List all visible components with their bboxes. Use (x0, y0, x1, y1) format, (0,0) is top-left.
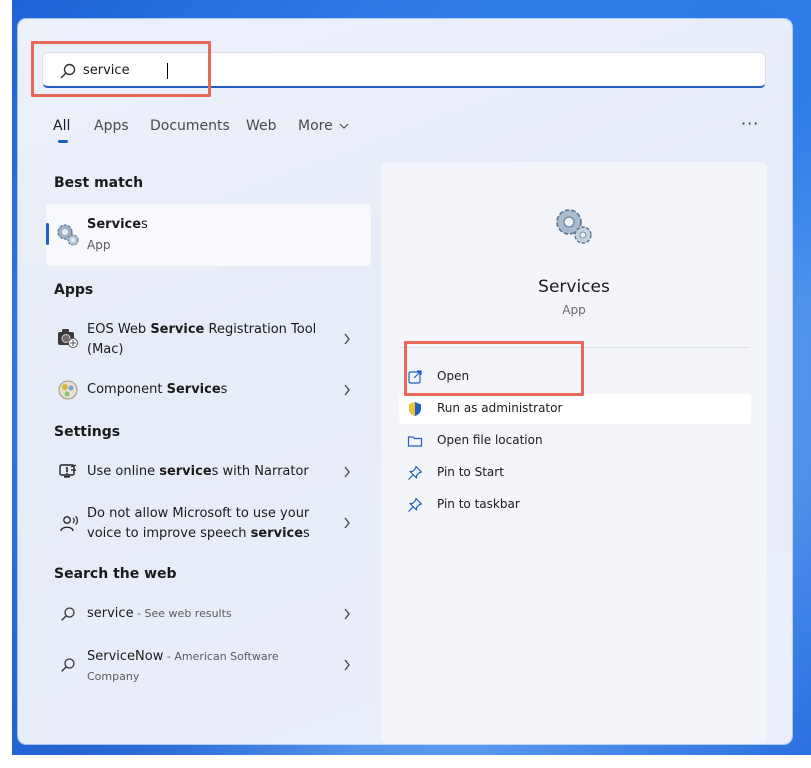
text-pre: voice to improve speech (87, 526, 251, 541)
action-label: Pin to Start (437, 465, 504, 479)
match-highlight: Service (166, 382, 221, 397)
action-label: Run as administrator (437, 401, 563, 415)
detail-title: Services (538, 277, 610, 297)
selection-indicator (46, 223, 49, 245)
app-result-eos[interactable]: EOS Web Service Registration Tool (Mac) (87, 320, 316, 360)
open-action-highlight-box (404, 341, 584, 396)
match-highlight: Service (87, 217, 142, 232)
setting-result-narrator[interactable]: Use online services with Narrator (87, 462, 309, 482)
action-label: Open file location (437, 433, 543, 447)
text-pre: EOS Web (87, 322, 151, 337)
action-pin-to-start[interactable]: Pin to Start (399, 458, 751, 488)
best-match-title: Services (87, 215, 148, 235)
tab-documents[interactable]: Documents (150, 118, 230, 134)
speech-icon (60, 516, 78, 532)
action-pin-to-taskbar[interactable]: Pin to taskbar (399, 490, 751, 520)
web-suffix-line2: Company (87, 670, 140, 683)
tab-more[interactable]: More (298, 118, 349, 134)
text-post: s with Narrator (211, 464, 309, 479)
app-result-component-services[interactable]: Component Services (87, 380, 227, 400)
folder-icon (407, 436, 423, 447)
title-rest: s (141, 217, 148, 232)
match-highlight: service (250, 526, 304, 541)
gears-icon (57, 224, 79, 246)
narrator-icon (59, 464, 77, 478)
web-suffix: - American Software (163, 650, 279, 663)
component-services-icon (58, 380, 78, 400)
tab-apps[interactable]: Apps (94, 118, 129, 134)
camera-app-icon (58, 329, 78, 348)
web-query: service (87, 606, 134, 621)
text-post: s (303, 526, 310, 541)
pin-icon (408, 465, 423, 480)
web-result-service[interactable]: service - See web results (87, 604, 232, 624)
active-tab-indicator (58, 140, 68, 143)
pin-icon (408, 497, 423, 512)
setting-result-speech[interactable]: Do not allow Microsoft to use your voice… (87, 504, 310, 544)
best-match-subtitle: App (87, 238, 111, 252)
best-match-result[interactable] (46, 204, 371, 266)
section-heading-best-match: Best match (54, 175, 144, 191)
shield-icon (409, 402, 421, 416)
section-heading-settings: Settings (54, 424, 121, 440)
detail-subtitle: App (562, 303, 586, 317)
chevron-right-icon[interactable] (343, 659, 351, 671)
text-line1: Do not allow Microsoft to use your (87, 506, 310, 521)
chevron-right-icon[interactable] (343, 517, 351, 529)
web-suffix: - See web results (133, 607, 232, 620)
text-post: Registration Tool (204, 322, 317, 337)
search-icon (61, 658, 75, 672)
text-post: s (220, 382, 228, 397)
action-label: Pin to taskbar (437, 497, 520, 511)
web-query: ServiceNow (87, 649, 164, 664)
match-highlight: service (159, 464, 212, 479)
chevron-right-icon[interactable] (343, 608, 351, 620)
chevron-right-icon[interactable] (343, 384, 351, 396)
search-highlight-box (31, 41, 211, 97)
gears-icon (556, 209, 592, 244)
text-line2: (Mac) (87, 342, 124, 357)
web-result-servicenow[interactable]: ServiceNow - American Software Company (87, 647, 279, 687)
chevron-down-icon (339, 123, 349, 129)
chevron-right-icon[interactable] (343, 466, 351, 478)
tab-more-label: More (298, 118, 333, 134)
text-pre: Component (87, 382, 167, 397)
search-icon (61, 607, 75, 621)
chevron-right-icon[interactable] (343, 333, 351, 345)
more-options-button[interactable]: ··· (741, 114, 759, 133)
text-pre: Use online (87, 464, 160, 479)
section-heading-apps: Apps (54, 282, 94, 298)
tab-web[interactable]: Web (246, 118, 277, 134)
action-run-as-admin[interactable]: Run as administrator (399, 394, 751, 424)
match-highlight: Service (150, 322, 205, 337)
action-open-file-location[interactable]: Open file location (399, 426, 751, 456)
tab-all[interactable]: All (53, 118, 70, 134)
section-heading-search-web: Search the web (54, 566, 177, 582)
